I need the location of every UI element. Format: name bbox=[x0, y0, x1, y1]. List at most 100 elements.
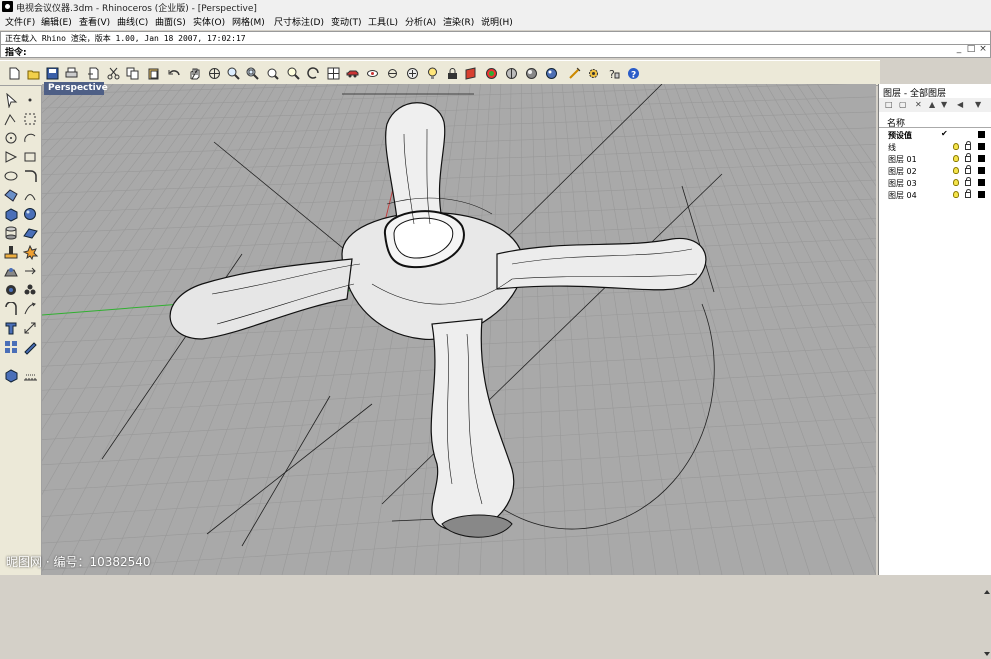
menu-render[interactable]: 渲染(R) bbox=[442, 15, 475, 28]
question-icon[interactable]: ? bbox=[625, 65, 642, 82]
print-icon[interactable] bbox=[63, 65, 80, 82]
text-icon[interactable] bbox=[3, 301, 20, 318]
delete-layer-icon[interactable]: ✕ bbox=[915, 100, 922, 109]
boolean-icon[interactable] bbox=[3, 244, 20, 261]
layer-row[interactable]: 图层 03 bbox=[879, 177, 991, 189]
options-icon[interactable] bbox=[566, 65, 583, 82]
undo-icon[interactable] bbox=[166, 65, 183, 82]
curve-icon[interactable] bbox=[22, 111, 39, 128]
menu-view[interactable]: 查看(V) bbox=[78, 15, 111, 28]
render-icon[interactable] bbox=[523, 65, 540, 82]
layer-lock-icon[interactable] bbox=[965, 189, 971, 198]
block-icon[interactable] bbox=[3, 339, 20, 356]
zoom-dynamic-icon[interactable] bbox=[285, 65, 302, 82]
layer-visible-bulb-icon[interactable] bbox=[953, 179, 959, 186]
help-icon[interactable]: ? bbox=[605, 65, 622, 82]
group-icon[interactable] bbox=[22, 263, 39, 280]
fillet-icon[interactable] bbox=[22, 168, 39, 185]
maximize-button[interactable]: □ bbox=[966, 44, 976, 54]
rectangle-icon[interactable] bbox=[22, 149, 39, 166]
lock-icon[interactable] bbox=[444, 65, 461, 82]
car-icon[interactable] bbox=[344, 65, 361, 82]
layer-row[interactable]: 预设值 ✔ bbox=[879, 129, 991, 141]
plane-icon[interactable] bbox=[22, 225, 39, 242]
zoom-extents-icon[interactable] bbox=[244, 65, 261, 82]
dimension-icon[interactable] bbox=[22, 301, 39, 318]
polygon-icon[interactable] bbox=[3, 149, 20, 166]
layer-visible-bulb-icon[interactable] bbox=[953, 155, 959, 162]
layer-lock-icon[interactable] bbox=[965, 153, 971, 162]
menu-edit[interactable]: 编辑(E) bbox=[40, 15, 73, 28]
material-sphere-icon[interactable] bbox=[543, 65, 560, 82]
menu-help[interactable]: 说明(H) bbox=[480, 15, 514, 28]
analysis-icon[interactable] bbox=[3, 368, 20, 385]
layer-color-swatch[interactable] bbox=[978, 155, 985, 162]
close-button[interactable]: × bbox=[978, 44, 988, 54]
move-up-icon[interactable]: ▲ bbox=[929, 100, 935, 109]
undo-view-icon[interactable] bbox=[305, 65, 322, 82]
menu-surface[interactable]: 曲面(S) bbox=[154, 15, 187, 28]
new-layer-icon[interactable]: □ bbox=[885, 100, 893, 109]
target-icon[interactable] bbox=[404, 65, 421, 82]
hatch-icon[interactable] bbox=[22, 339, 39, 356]
zoom-selected-icon[interactable] bbox=[264, 65, 281, 82]
four-viewports-icon[interactable] bbox=[325, 65, 342, 82]
move-icon[interactable] bbox=[3, 282, 20, 299]
named-views-icon[interactable] bbox=[364, 65, 381, 82]
save-icon[interactable] bbox=[44, 65, 61, 82]
circle-icon[interactable] bbox=[3, 130, 20, 147]
menu-solid[interactable]: 实体(O) bbox=[192, 15, 226, 28]
menu-curve[interactable]: 曲线(C) bbox=[116, 15, 149, 28]
column-name-header[interactable]: 名称 bbox=[887, 116, 905, 129]
point-icon[interactable] bbox=[22, 92, 39, 109]
layer-row[interactable]: 图层 01 bbox=[879, 153, 991, 165]
menu-tools[interactable]: 工具(L) bbox=[367, 15, 399, 28]
layer-row[interactable]: 图层 04 bbox=[879, 189, 991, 201]
perspective-viewport[interactable] bbox=[42, 84, 876, 575]
rotate-view-icon[interactable] bbox=[206, 65, 223, 82]
select-arrow-icon[interactable] bbox=[3, 92, 20, 109]
pan-icon[interactable] bbox=[186, 65, 203, 82]
ruler-icon[interactable] bbox=[22, 368, 39, 385]
new-sublayer-icon[interactable]: ▢ bbox=[899, 100, 907, 109]
layer-lock-icon[interactable] bbox=[965, 177, 971, 186]
minimize-button[interactable]: _ bbox=[954, 44, 964, 54]
shaded-view-icon[interactable] bbox=[503, 65, 520, 82]
move-down-icon[interactable]: ▼ bbox=[941, 100, 947, 109]
light-bulb-icon[interactable] bbox=[424, 65, 441, 82]
menu-mesh[interactable]: 网格(M) bbox=[231, 15, 266, 28]
explode-icon[interactable] bbox=[22, 244, 39, 261]
open-file-icon[interactable] bbox=[25, 65, 42, 82]
layer-row[interactable]: 图层 02 bbox=[879, 165, 991, 177]
sphere-icon[interactable] bbox=[22, 206, 39, 223]
filter-icon[interactable]: ▼ bbox=[975, 100, 981, 109]
freeform-icon[interactable] bbox=[3, 187, 20, 204]
ellipse-icon[interactable] bbox=[3, 168, 20, 185]
rhino-app-icon[interactable] bbox=[2, 1, 13, 12]
import-icon[interactable] bbox=[85, 65, 102, 82]
render-color-icon[interactable] bbox=[483, 65, 500, 82]
box-icon[interactable] bbox=[3, 206, 20, 223]
layer-color-swatch[interactable] bbox=[978, 131, 985, 138]
paste-icon[interactable] bbox=[145, 65, 162, 82]
layer-visible-bulb-icon[interactable] bbox=[953, 143, 959, 150]
menu-dimension[interactable]: 尺寸标注(D) bbox=[273, 15, 325, 28]
zoom-window-icon[interactable] bbox=[225, 65, 242, 82]
menu-file[interactable]: 文件(F) bbox=[4, 15, 36, 28]
new-file-icon[interactable] bbox=[6, 65, 23, 82]
move-out-icon[interactable]: ◀ bbox=[957, 100, 963, 109]
rail-icon[interactable] bbox=[22, 187, 39, 204]
layer-lock-icon[interactable] bbox=[965, 165, 971, 174]
layer-color-swatch[interactable] bbox=[978, 191, 985, 198]
viewport-tab-perspective[interactable]: Perspective bbox=[44, 82, 108, 95]
rotate-icon[interactable] bbox=[22, 282, 39, 299]
layer-icon[interactable] bbox=[463, 65, 480, 82]
cut-icon[interactable] bbox=[105, 65, 122, 82]
menu-transform[interactable]: 变动(T) bbox=[330, 15, 363, 28]
layer-color-swatch[interactable] bbox=[978, 179, 985, 186]
layer-color-swatch[interactable] bbox=[978, 143, 985, 150]
gear-icon[interactable] bbox=[585, 65, 602, 82]
layer-lock-icon[interactable] bbox=[965, 141, 971, 150]
copy-icon[interactable] bbox=[124, 65, 141, 82]
solid-icon[interactable] bbox=[3, 263, 20, 280]
